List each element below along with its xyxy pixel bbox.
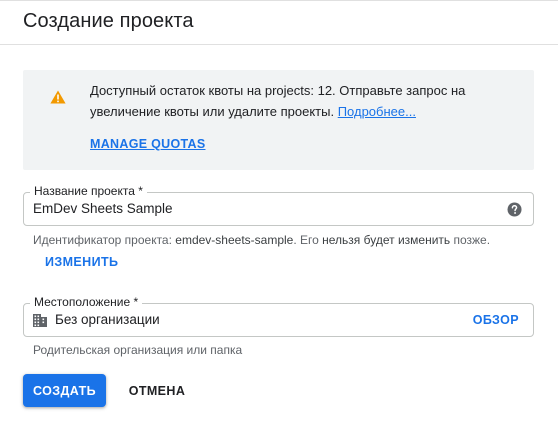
quota-notice: Доступный остаток квоты на projects: 12.… <box>23 70 534 170</box>
location-label: Местоположение * <box>30 295 143 309</box>
project-id-middle: . Его <box>293 233 323 247</box>
change-id-button[interactable]: ИЗМЕНИТЬ <box>45 255 118 269</box>
location-hint: Родительская организация или папка <box>33 343 243 357</box>
header: Создание проекта <box>0 0 558 45</box>
building-icon <box>33 314 47 327</box>
location-field[interactable]: Местоположение * Без организации ОБЗОР <box>23 295 534 337</box>
learn-more-link[interactable]: Подробнее... <box>338 104 416 119</box>
create-project-page: Создание проекта Доступный остаток квоты… <box>0 0 558 428</box>
project-id-suffix: позже. <box>450 233 491 247</box>
project-id-value: emdev-sheets-sample <box>175 233 294 247</box>
manage-quotas-link[interactable]: MANAGE QUOTAS <box>90 137 205 151</box>
quota-message-block: Доступный остаток квоты на projects: 12.… <box>90 80 510 122</box>
cancel-button[interactable]: ОТМЕНА <box>118 374 196 407</box>
project-name-label: Название проекта * <box>30 184 147 198</box>
project-id-emphasis: нельзя будет изменить <box>322 233 451 247</box>
warning-icon <box>50 90 66 104</box>
location-value: Без организации <box>55 312 160 327</box>
project-id-prefix: Идентификатор проекта: <box>33 233 176 247</box>
browse-button[interactable]: ОБЗОР <box>473 313 519 327</box>
project-name-field[interactable]: Название проекта * <box>23 184 534 226</box>
help-icon[interactable] <box>507 202 522 217</box>
project-id-hint: Идентификатор проекта: emdev-sheets-samp… <box>33 233 490 247</box>
project-name-input[interactable] <box>33 201 493 216</box>
create-button[interactable]: СОЗДАТЬ <box>23 374 106 407</box>
page-title: Создание проекта <box>23 10 194 32</box>
